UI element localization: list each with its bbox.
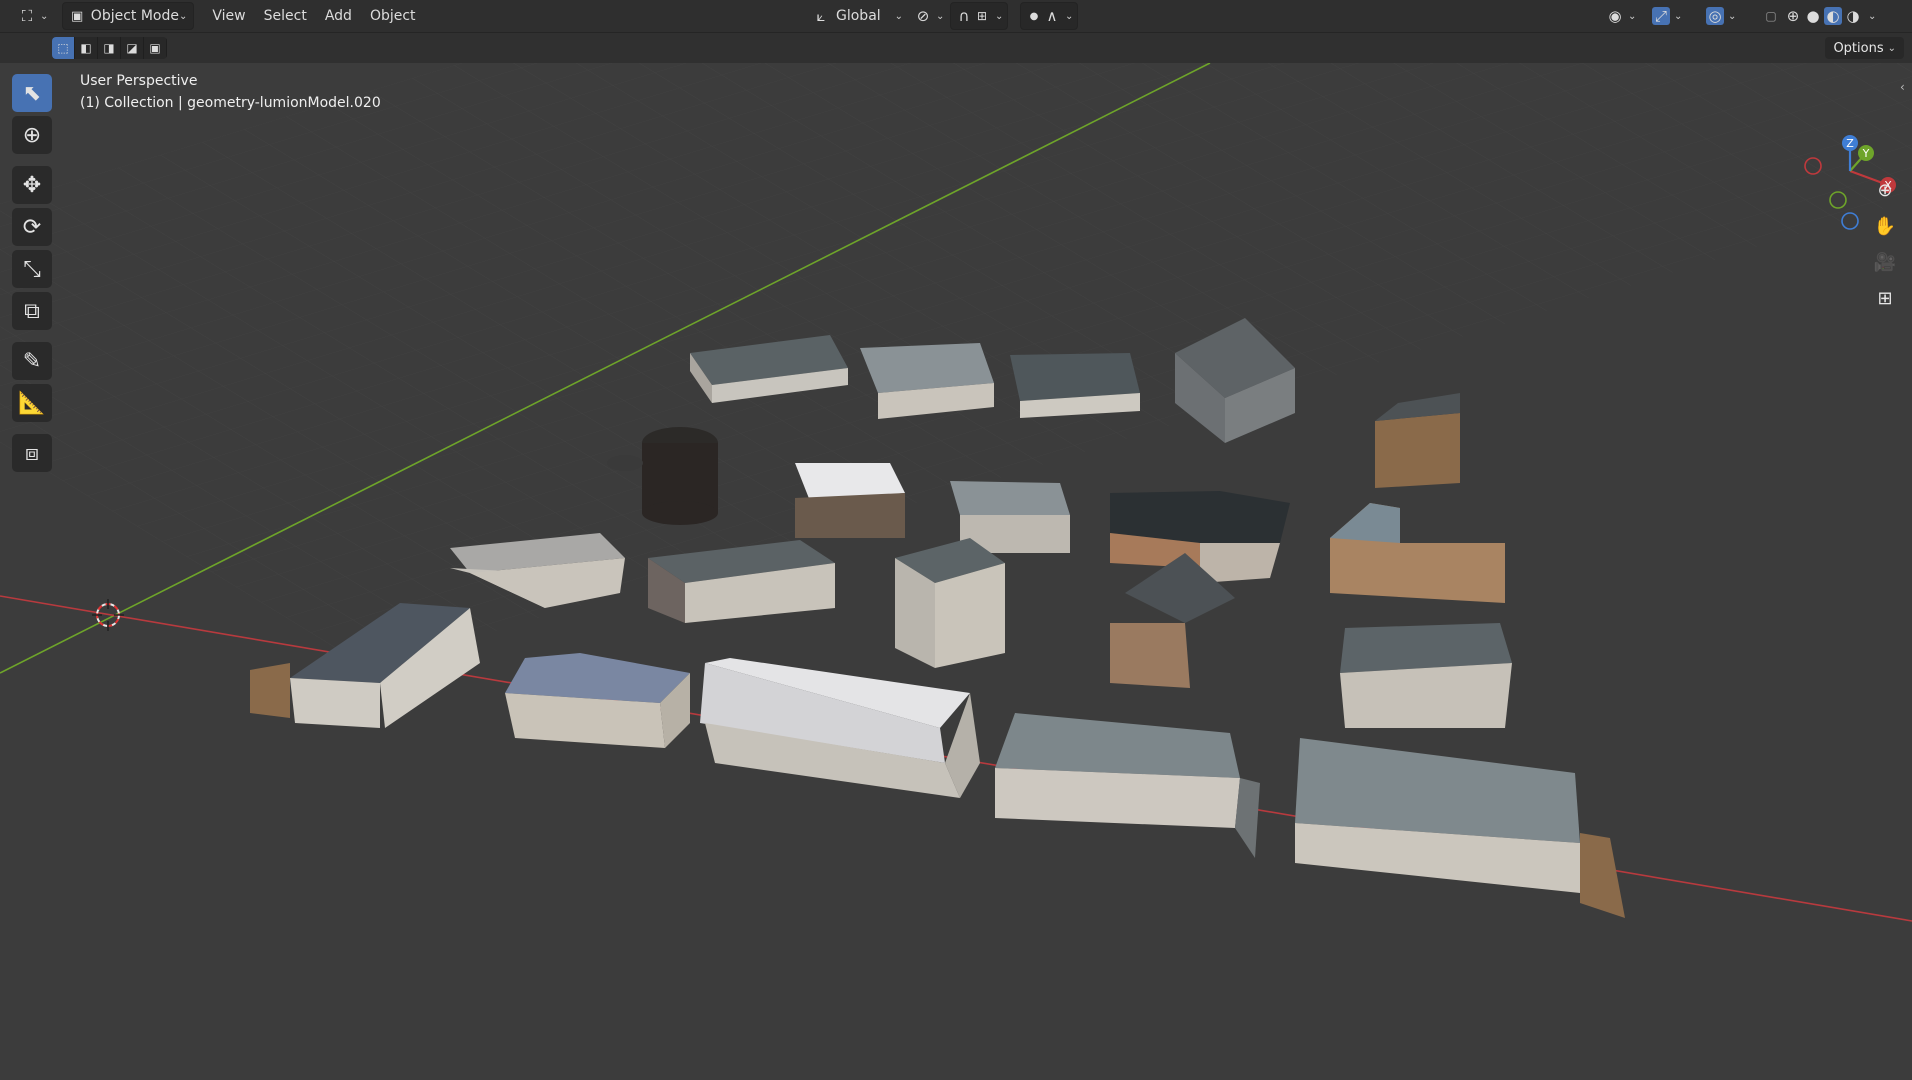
wireframe-shading-icon[interactable]: ⊕ [1784,7,1802,25]
orientation-label: Global [836,8,881,24]
overlays-toggle[interactable]: ◎ ⌄ [1700,3,1742,29]
building-right-flat [1340,623,1512,728]
options-label: Options [1833,40,1884,56]
viewport-editor-icon: ⛶ [21,7,33,25]
zoom-icon[interactable]: ⊕ [1870,175,1900,205]
camera-icon[interactable]: 🎥 [1870,247,1900,277]
perspective-grid-icon[interactable]: ⊞ [1870,283,1900,313]
chevron-down-icon: ⌄ [1868,10,1877,22]
snap-increment-icon: ⊞ [976,9,988,23]
building-tall-white [895,538,1005,668]
select-invert-icon[interactable]: ◪ [121,37,144,59]
add-cube-icon: ⧈ [25,440,39,466]
transform-orientation-dropdown[interactable]: ⟀ Global ⌄ [806,3,909,29]
chevron-down-icon: ⌄ [1065,10,1074,22]
falloff-curve-icon: ∧ [1046,7,1058,25]
move-arrows-icon: ✥ [22,172,42,198]
3d-viewport[interactable]: X Y Z User Perspective (1) Collection | … [0,63,1912,1080]
cursor-tool[interactable]: ⊕ [12,116,52,154]
gizmo-icon: ⤢ [1652,7,1670,25]
chevron-down-icon: ⌄ [179,10,188,22]
building-flat-2 [860,343,994,419]
collection-info-label: (1) Collection | geometry-lumionModel.02… [80,95,381,111]
building-wood-cube [1375,393,1460,488]
menu-view[interactable]: View [206,3,251,29]
house-flat-front-center [995,713,1260,858]
mode-selector[interactable]: ▣ Object Mode ⌄ [62,2,195,30]
pivot-point-dropdown[interactable]: ⊘ ⌄ [908,3,950,29]
chevron-down-icon: ⌄ [1628,10,1637,22]
menu-select[interactable]: Select [258,3,313,29]
chevron-down-icon: ⌄ [894,10,904,22]
proportional-dot-icon: ● [1029,10,1039,22]
building-flat-3 [1010,353,1140,418]
building-snow-roof [795,463,905,538]
move-tool[interactable]: ✥ [12,166,52,204]
scale-icon: ⤡ [23,256,41,282]
select-box-tool[interactable]: ⬉ [12,74,52,112]
snap-toggle[interactable]: ∩ ⊞ ⌄ [950,2,1009,30]
editor-type-button[interactable]: ⛶ ⌄ [12,3,54,29]
menu-add[interactable]: Add [319,3,358,29]
gizmo-y-label: Y [1862,147,1870,160]
chevron-down-icon: ⌄ [936,10,945,22]
left-toolbar: ⬉ ⊕ ✥ ⟳ ⤡ ⧉ ✎ 📐 ⧈ [12,74,56,476]
warehouse-white [700,658,980,798]
building-curved-wood [1330,503,1505,603]
viewport-scene: X Y Z [0,63,1912,922]
menu-object[interactable]: Object [364,3,422,29]
overlays-icon: ◎ [1706,7,1724,25]
tool-settings-bar: ⬚ ◧ ◨ ◪ ▣ Options ⌄ [0,33,1912,63]
chevron-down-icon: ⌄ [1728,10,1737,22]
rotate-tool[interactable]: ⟳ [12,208,52,246]
rotate-icon: ⟳ [22,214,42,240]
ruler-icon: 📐 [18,390,46,416]
chevron-down-icon: ⌄ [1887,42,1896,54]
solid-shading-icon[interactable]: ● [1804,7,1822,25]
gizmo-z-label: Z [1846,137,1854,150]
material-preview-icon[interactable]: ◐ [1824,7,1842,25]
xray-icon: ▢ [1765,9,1777,23]
select-subtract-icon[interactable]: ◨ [98,37,121,59]
pencil-icon: ✎ [22,348,42,374]
transform-icon: ⧉ [24,298,40,324]
scale-tool[interactable]: ⤡ [12,250,52,288]
select-new-icon[interactable]: ⬚ [52,37,75,59]
rendered-shading-icon[interactable]: ◑ [1844,7,1862,25]
chevron-down-icon: ⌄ [40,10,49,22]
magnet-icon: ∩ [958,7,970,25]
add-cube-tool[interactable]: ⧈ [12,434,52,472]
chevron-down-icon: ⌄ [1674,10,1683,22]
eye-icon: ◉ [1608,7,1622,25]
viewport-header: ⛶ ⌄ ▣ Object Mode ⌄ View Select Add Objec… [0,0,1912,33]
shading-buttons[interactable]: ⊕ ● ◐ ◑ ⌄ [1782,3,1878,29]
object-mode-icon: ▣ [70,8,84,24]
transform-tool[interactable]: ⧉ [12,292,52,330]
pan-hand-icon[interactable]: ✋ [1870,211,1900,241]
annotate-tool[interactable]: ✎ [12,342,52,380]
house-flat-front-right [1295,738,1625,918]
house-blue-roof [505,653,690,748]
select-intersect-icon[interactable]: ▣ [144,37,167,59]
view-name-label: User Perspective [80,73,198,89]
visibility-dropdown[interactable]: ◉ ⌄ [1600,3,1642,29]
selection-mode-group: ⬚ ◧ ◨ ◪ ▣ [52,37,167,59]
3d-cursor-icon: ⊕ [22,122,42,148]
cursor-arrow-icon: ⬉ [22,80,42,106]
measure-tool[interactable]: 📐 [12,384,52,422]
sidebar-collapse-arrow-icon[interactable]: ‹ [1900,80,1905,94]
gizmo-toggle[interactable]: ⤢ ⌄ [1646,3,1688,29]
proportional-editing-toggle[interactable]: ● ∧ ⌄ [1020,2,1079,30]
options-dropdown[interactable]: Options ⌄ [1825,37,1904,59]
select-extend-icon[interactable]: ◧ [75,37,98,59]
mode-label: Object Mode [90,8,179,24]
orientation-axes-icon: ⟀ [816,7,826,25]
chevron-down-icon: ⌄ [995,10,1004,22]
pivot-icon: ⊘ [916,7,930,25]
